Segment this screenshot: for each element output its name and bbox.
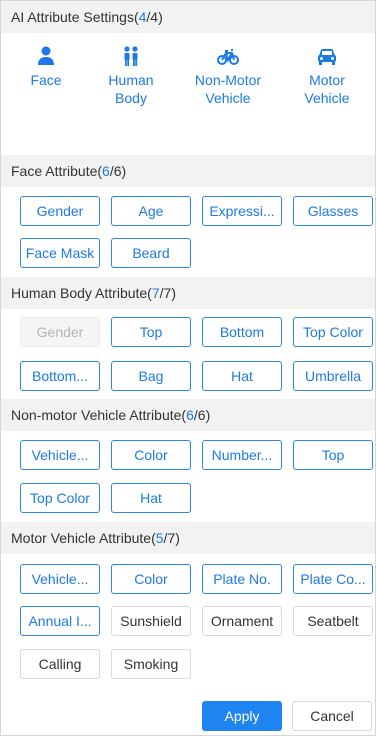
bicycle-icon [217,49,239,65]
motor-attribute-count: 5 [155,530,164,546]
nonmotor-top-button[interactable]: Top [293,440,373,470]
motor-ornament-button[interactable]: Ornament [202,606,282,636]
type-motor-vehicle[interactable]: Motor Vehicle [287,45,367,107]
type-human-body[interactable]: Human Body [91,45,171,107]
body-bottom-button[interactable]: Bottom [202,317,282,347]
nonmotor-hat-button[interactable]: Hat [111,483,191,513]
face-attribute-count: 6 [102,163,110,179]
apply-button[interactable]: Apply [202,701,282,731]
face-age-button[interactable]: Age [111,196,191,226]
person-icon [38,46,54,65]
ai-settings-header: AI Attribute Settings(4/4) [1,1,375,33]
body-attribute-title: Human Body Attribute( [11,285,152,301]
motor-plate-color-button[interactable]: Plate Co... [293,564,373,594]
motor-attribute-title: Motor Vehicle Attribute( [11,530,156,546]
nonmotor-attribute-total: /6) [193,407,211,423]
motor-vehicle-type-button[interactable]: Vehicle... [20,564,100,594]
body-bottom-color-button[interactable]: Bottom... [20,361,100,391]
body-top-color-button[interactable]: Top Color [293,317,373,347]
body-top-button[interactable]: Top [111,317,191,347]
people-icon [124,46,138,66]
face-attribute-header: Face Attribute(6/6) [1,155,375,187]
body-attribute-total: /7) [159,285,176,301]
nonmotor-top-color-button[interactable]: Top Color [20,483,100,513]
motor-attribute-total: /7) [163,530,180,546]
ai-type-row: Face Human Body Non-Motor Vehicle Motor … [1,45,375,155]
face-beard-button[interactable]: Beard [111,238,191,268]
body-gender-button: Gender [20,317,100,347]
motor-smoking-button[interactable]: Smoking [111,649,191,679]
face-gender-button[interactable]: Gender [20,196,100,226]
face-attribute-total: /6) [109,163,127,179]
nonmotor-number-button[interactable]: Number... [202,440,282,470]
body-attribute-header: Human Body Attribute(7/7) [1,277,375,309]
type-face-label: Face [30,72,62,88]
face-glasses-button[interactable]: Glasses [293,196,373,226]
nonmotor-attribute-title: Non-motor Vehicle Attribute( [11,407,187,423]
nonmotor-vehicle-type-button[interactable]: Vehicle... [20,440,100,470]
car-icon [318,49,336,65]
motor-sunshield-button[interactable]: Sunshield [111,606,191,636]
face-attribute-title: Face Attribute( [11,163,103,179]
type-motor-vehicle-label: Motor Vehicle [304,72,350,106]
motor-plate-no-button[interactable]: Plate No. [202,564,282,594]
type-human-body-label: Human Body [108,72,154,106]
body-attribute-count: 7 [151,285,160,301]
motor-attribute-header: Motor Vehicle Attribute(5/7) [1,522,375,554]
type-face[interactable]: Face [6,45,86,89]
motor-seatbelt-button[interactable]: Seatbelt [293,606,373,636]
face-mask-button[interactable]: Face Mask [20,238,100,268]
motor-color-button[interactable]: Color [111,564,191,594]
type-non-motor-vehicle[interactable]: Non-Motor Vehicle [188,45,268,107]
cancel-button[interactable]: Cancel [292,701,372,731]
ai-settings-total: /4) [146,9,163,25]
body-bag-button[interactable]: Bag [111,361,191,391]
nonmotor-attribute-header: Non-motor Vehicle Attribute(6/6) [1,399,375,431]
nonmotor-attribute-count: 6 [186,407,194,423]
motor-annual-inspection-button[interactable]: Annual I... [20,606,100,636]
ai-settings-title: AI Attribute Settings( [11,9,139,25]
body-umbrella-button[interactable]: Umbrella [293,361,373,391]
face-expression-button[interactable]: Expressi... [202,196,282,226]
nonmotor-color-button[interactable]: Color [111,440,191,470]
motor-calling-button[interactable]: Calling [20,649,100,679]
body-hat-button[interactable]: Hat [202,361,282,391]
type-non-motor-vehicle-label: Non-Motor Vehicle [194,72,262,106]
